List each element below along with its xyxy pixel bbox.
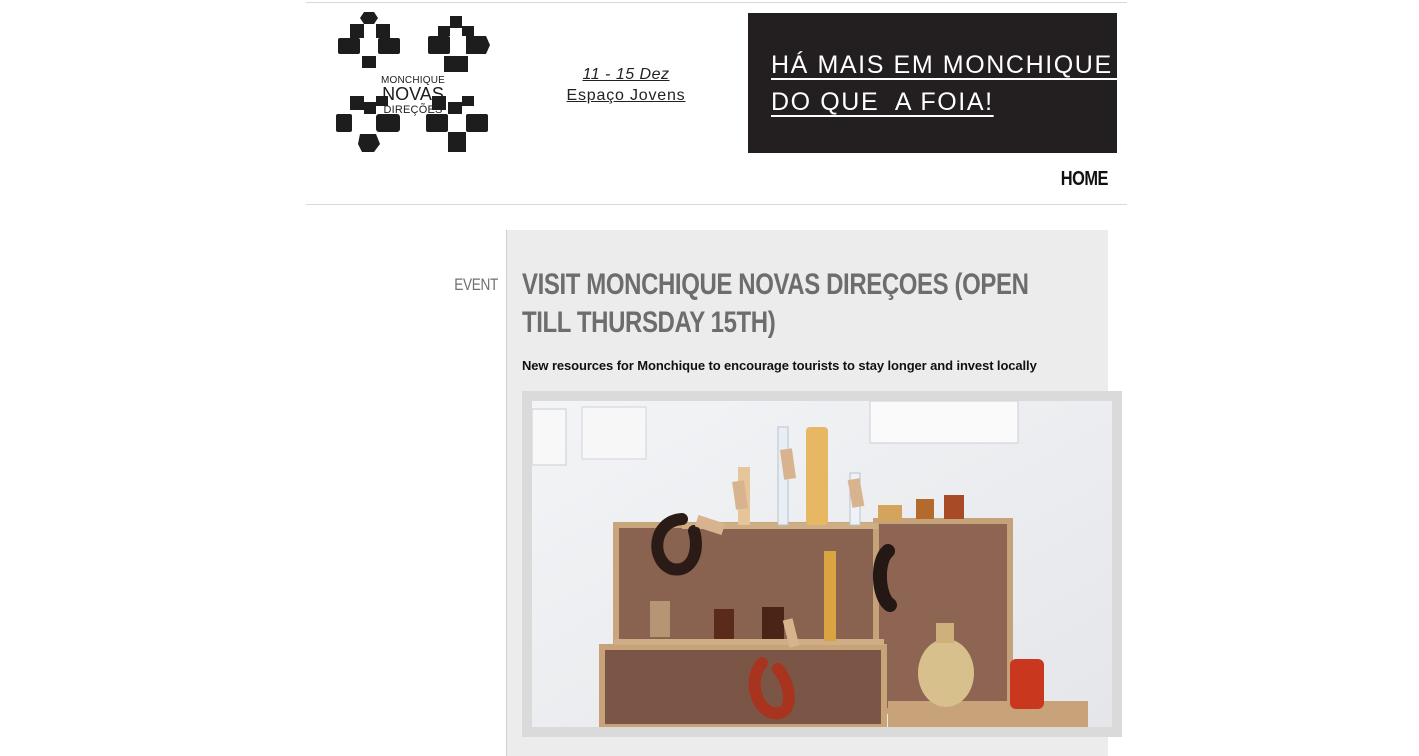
date-range-link[interactable]: 11 - 15 Dez [540,64,712,86]
logo-text-novas: NOVAS [382,84,444,104]
logo-text-direcoes: DIREÇÕES [383,104,443,116]
header-top-rule [306,2,1127,3]
post-photo-frame [522,391,1122,737]
post-photo [532,401,1112,727]
post-title: VISIT MONCHIQUE NOVAS DIREÇOES (OPEN TIL… [522,268,1029,339]
header-bottom-rule [306,204,1127,205]
post-subtitle: New resources for Monchique to encourage… [522,358,1037,373]
post-category-label: EVENT [454,275,498,294]
nav-home-link[interactable]: HOME [1052,168,1109,191]
venue-link[interactable]: Espaço Jovens [540,86,712,106]
site-logo[interactable]: MONCHIQUE NOVAS DIREÇÕES [336,12,490,154]
product-display-image [532,401,1112,727]
event-dates: 11 - 15 Dez Espaço Jovens [540,64,712,106]
promo-banner[interactable]: HÁ MAIS EM MONCHIQUE DO QUE A FOIA! [748,13,1117,153]
banner-line-2: DO QUE A FOIA! [771,88,994,116]
page: MONCHIQUE NOVAS DIREÇÕES 11 - 15 Dez Esp… [0,0,1419,756]
banner-line-1: HÁ MAIS EM MONCHIQUE [771,51,1122,79]
